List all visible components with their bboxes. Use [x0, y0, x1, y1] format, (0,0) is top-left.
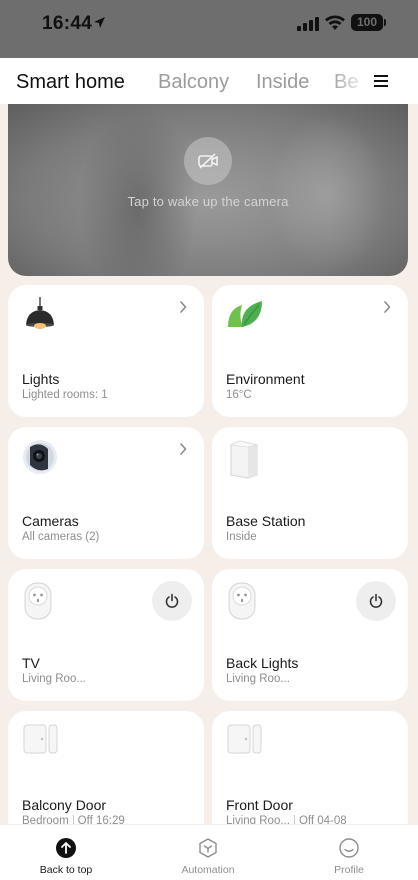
smart-plug-icon — [24, 582, 52, 620]
base-station-icon — [229, 440, 258, 479]
device-name: Back Lights — [226, 655, 299, 671]
status-time: 16:44 — [42, 13, 93, 34]
power-icon — [165, 593, 179, 608]
nav-label: Automation — [181, 864, 235, 876]
device-card-cameras[interactable]: Cameras All cameras (2) — [8, 427, 204, 559]
door-sensor-icon — [227, 724, 262, 754]
camera-off-icon[interactable] — [184, 137, 232, 185]
device-card-environment[interactable]: Environment 16°C — [212, 285, 408, 417]
nav-label: Profile — [334, 864, 364, 876]
leaf-icon — [228, 301, 262, 327]
arrow-up-circle-icon — [56, 838, 76, 858]
device-name: Base Station — [226, 513, 306, 529]
door-sensor-icon — [23, 724, 58, 754]
chevron-right-icon — [180, 443, 187, 455]
battery-indicator: 100 — [351, 14, 383, 31]
device-name: Front Door — [226, 797, 293, 813]
tab-inside[interactable]: Inside — [256, 71, 309, 94]
camera-wake-text: Tap to wake up the camera — [127, 194, 289, 209]
device-subtitle: Lighted rooms: 1 — [22, 389, 108, 401]
pendant-lamp-icon — [26, 297, 54, 329]
nav-profile[interactable]: Profile — [289, 825, 409, 880]
hamburger-icon-line — [374, 80, 388, 82]
smiley-face-icon — [339, 838, 359, 858]
device-card-back-lights[interactable]: Back Lights Living Roo... — [212, 569, 408, 701]
status-bar: 16:44 100 — [0, 0, 418, 58]
menu-button[interactable] — [365, 58, 418, 104]
device-subtitle: 16°C — [226, 389, 252, 401]
device-card-tv[interactable]: TV Living Roo... — [8, 569, 204, 701]
tab-fade — [330, 58, 370, 104]
device-subtitle: Living Roo... — [226, 673, 290, 685]
location-arrow-icon — [94, 17, 105, 28]
camera-preview[interactable]: Tap to wake up the camera — [8, 104, 408, 276]
chevron-right-icon — [384, 301, 391, 313]
hamburger-icon-line — [374, 75, 388, 77]
wifi-icon — [325, 15, 345, 30]
bottom-navigation: Back to top Automation Profile — [0, 824, 418, 880]
power-toggle-button[interactable] — [356, 581, 396, 621]
device-card-base-station[interactable]: Base Station Inside — [212, 427, 408, 559]
hamburger-icon-line — [374, 85, 388, 87]
tab-smart-home[interactable]: Smart home — [16, 71, 125, 94]
device-name: TV — [22, 655, 40, 671]
device-name: Balcony Door — [22, 797, 107, 813]
device-subtitle: Inside — [226, 531, 257, 543]
camera-icon — [23, 440, 57, 474]
nav-automation[interactable]: Automation — [148, 825, 268, 880]
device-subtitle: All cameras (2) — [22, 531, 100, 543]
battery-tip — [384, 19, 386, 26]
chevron-right-icon — [180, 301, 187, 313]
nav-back-to-top[interactable]: Back to top — [6, 825, 126, 880]
cellular-signal-icon — [297, 17, 319, 31]
device-name: Cameras — [22, 513, 79, 529]
hexagon-icon — [199, 838, 217, 858]
device-subtitle: Living Roo... — [22, 673, 86, 685]
device-name: Lights — [22, 371, 60, 387]
smart-plug-icon — [228, 582, 256, 620]
power-icon — [369, 593, 383, 608]
device-name: Environment — [226, 371, 305, 387]
room-tab-bar: Smart home Balcony Inside Be — [0, 58, 418, 104]
tab-balcony[interactable]: Balcony — [158, 71, 229, 94]
power-toggle-button[interactable] — [152, 581, 192, 621]
nav-label: Back to top — [39, 864, 93, 876]
device-card-lights[interactable]: Lights Lighted rooms: 1 — [8, 285, 204, 417]
